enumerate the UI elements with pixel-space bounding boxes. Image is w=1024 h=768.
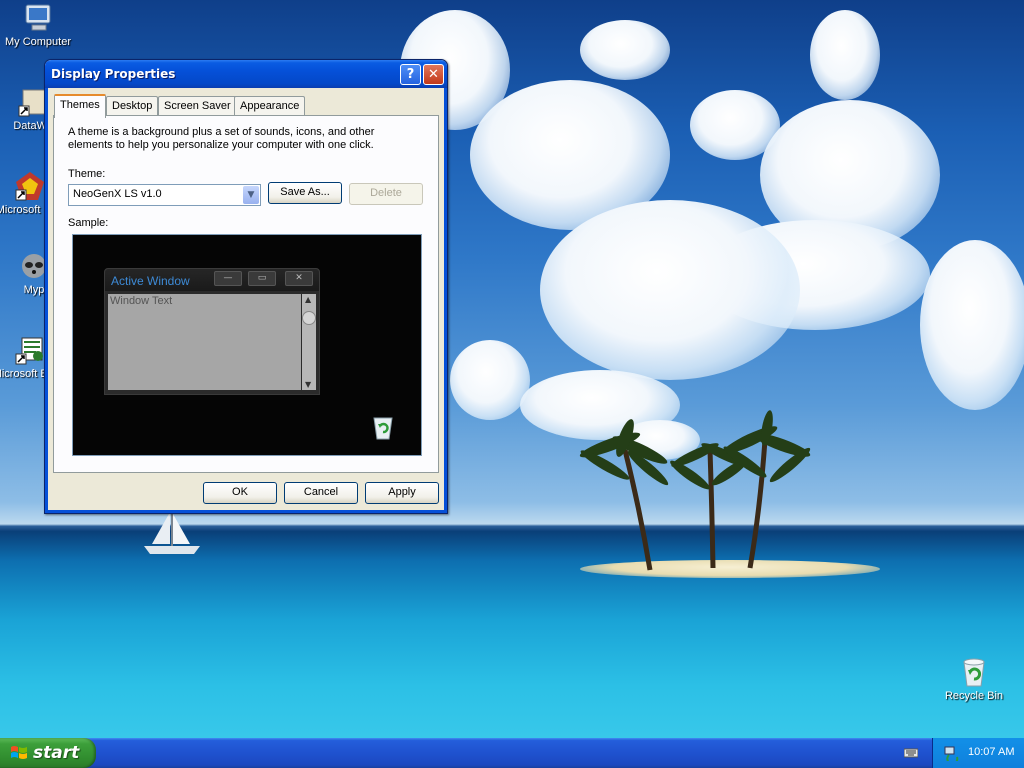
clock[interactable]: 10:07 AM (968, 746, 1014, 758)
window-border (45, 88, 48, 513)
visual-cpp-icon (14, 170, 46, 202)
recycle-bin-icon (958, 656, 990, 688)
sample-window-client: Window Text (108, 294, 301, 390)
theme-label: Theme: (68, 168, 106, 180)
ok-button[interactable]: OK (203, 482, 277, 504)
tab-screen-saver[interactable]: Screen Saver (158, 96, 237, 116)
close-button[interactable]: ✕ (423, 64, 444, 85)
desktop-icon-label: Myp (23, 284, 45, 296)
sample-window-title: Active Window (111, 274, 190, 288)
desktop-icon-recycle-bin[interactable]: Recycle Bin (936, 656, 1012, 703)
maximize-icon: ▭ (248, 271, 276, 286)
keyboard-icon[interactable] (903, 746, 919, 758)
network-icon[interactable] (943, 745, 959, 765)
apply-button[interactable]: Apply (365, 482, 439, 504)
scroll-down-icon: ▼ (305, 380, 312, 389)
theme-dropdown-value: NeoGenX LS v1.0 (73, 188, 162, 200)
sample-title-bar: Active Window — ▭ ✕ (105, 269, 319, 291)
sailboat (144, 512, 200, 554)
cloud (920, 240, 1024, 410)
system-tray: 10:07 AM (932, 738, 1024, 768)
theme-dropdown[interactable]: NeoGenX LS v1.0 ▼ (68, 184, 261, 206)
theme-description: A theme is a background plus a set of so… (68, 126, 375, 151)
delete-button[interactable]: Delete (349, 183, 423, 205)
close-icon: ✕ (285, 271, 313, 286)
display-properties-window: Display Properties ? ✕ Themes Desktop Sc… (44, 59, 448, 514)
start-label: start (33, 743, 80, 763)
recycle-bin-icon (373, 417, 393, 440)
help-button[interactable]: ? (400, 64, 421, 85)
start-button[interactable]: start (0, 738, 96, 768)
chevron-down-icon[interactable]: ▼ (243, 186, 259, 204)
scroll-thumb (302, 311, 316, 325)
sample-window-text: Window Text (110, 295, 173, 307)
cloud (580, 20, 670, 80)
window-border (45, 510, 447, 513)
title-bar[interactable]: Display Properties ? ✕ (45, 60, 447, 88)
scroll-up-icon: ▲ (305, 295, 312, 304)
cloud (810, 10, 880, 100)
visual-basic-icon (14, 334, 46, 366)
desktop-icon-label: Recycle Bin (944, 690, 1004, 702)
tab-appearance[interactable]: Appearance (234, 96, 306, 116)
minimize-icon: — (214, 271, 242, 286)
windows-logo-icon (11, 746, 27, 759)
tab-themes[interactable]: Themes (54, 94, 106, 118)
computer-icon (22, 2, 54, 34)
sample-label: Sample: (68, 217, 109, 229)
window-border (444, 88, 447, 513)
desktop-icon-label: My Computer (4, 36, 72, 48)
palm-trees (579, 410, 811, 571)
window-title: Display Properties (51, 67, 176, 81)
desktop-icon-my-computer[interactable]: My Computer (0, 2, 76, 49)
save-as-button[interactable]: Save As... (268, 182, 342, 204)
cloud (540, 200, 800, 380)
taskbar: start 10:07 AM (0, 738, 1024, 768)
theme-sample-preview: Active Window — ▭ ✕ Window Text ▲ ▼ (72, 234, 422, 456)
sample-scrollbar: ▲ ▼ (302, 294, 316, 390)
cancel-button[interactable]: Cancel (284, 482, 358, 504)
sample-active-window: Active Window — ▭ ✕ Window Text ▲ ▼ (104, 268, 320, 395)
tab-desktop[interactable]: Desktop (106, 96, 159, 116)
cloud (450, 340, 530, 420)
